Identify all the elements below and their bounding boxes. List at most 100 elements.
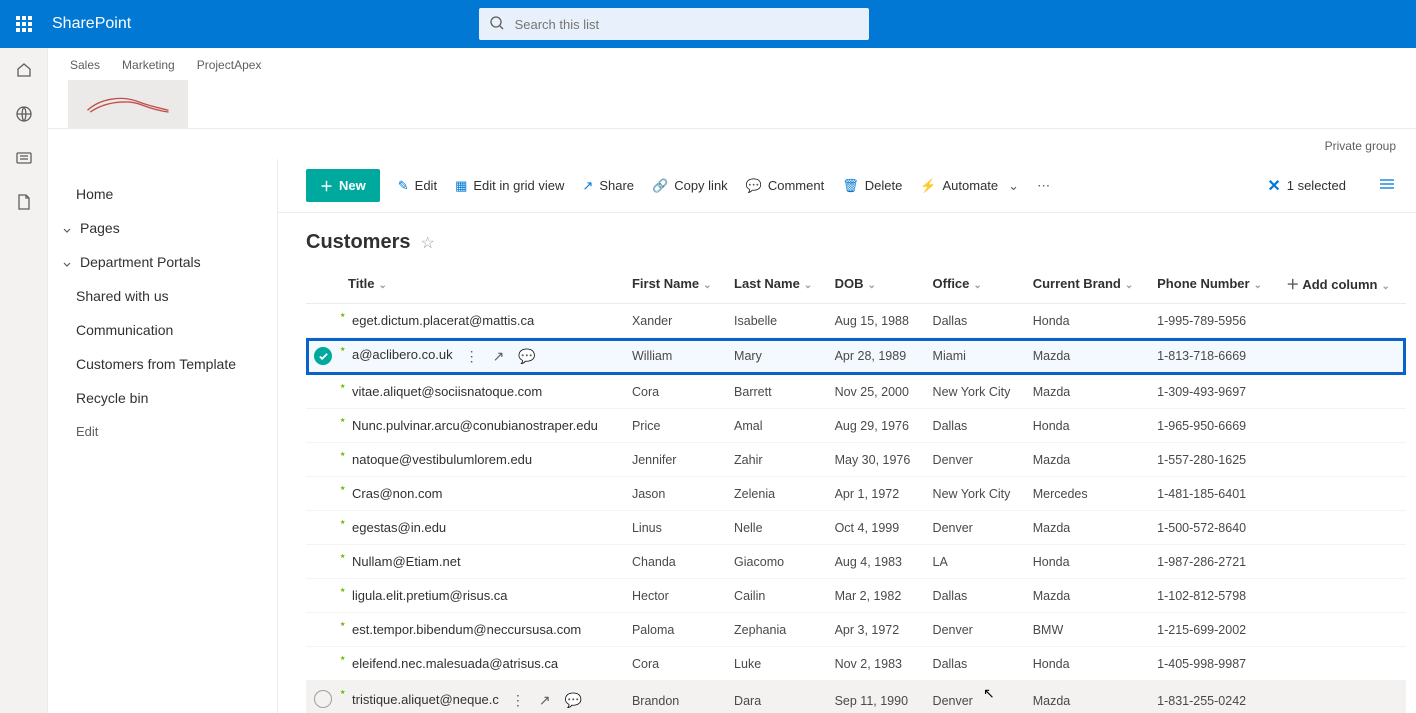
favorite-star-icon[interactable]: ☆ — [420, 233, 434, 253]
table-row[interactable]: ⭑Nunc.pulvinar.arcu@conubianostraper.edu… — [306, 409, 1406, 443]
table-row[interactable]: ⭑est.tempor.bibendum@neccursusa.comPalom… — [306, 613, 1406, 647]
left-nav: Home Pages Department Portals Shared wit… — [48, 159, 278, 713]
row-select[interactable] — [306, 545, 340, 579]
column-header-select[interactable] — [306, 264, 340, 304]
cell-title[interactable]: ⭑tristique.aliquet@neque.c⋮↗💬 — [340, 681, 624, 713]
row-more-icon[interactable]: ⋮ — [465, 348, 479, 365]
cell-title[interactable]: ⭑a@aclibero.co.uk⋮↗💬 — [340, 338, 624, 375]
row-select[interactable] — [306, 613, 340, 647]
cell-firstname: William — [624, 338, 726, 375]
cell-title[interactable]: ⭑eleifend.nec.malesuada@atrisus.ca — [340, 647, 624, 681]
table-row[interactable]: ⭑Nullam@Etiam.netChandaGiacomoAug 4, 198… — [306, 545, 1406, 579]
nav-department-portals[interactable]: Department Portals — [48, 245, 277, 279]
row-select[interactable] — [306, 477, 340, 511]
comment-button[interactable]: 💬Comment — [746, 178, 825, 194]
new-item-icon: ⭑ — [340, 653, 345, 664]
cell-empty — [1278, 304, 1406, 338]
cell-title[interactable]: ⭑egestas@in.edu — [340, 511, 624, 545]
row-select[interactable] — [306, 443, 340, 477]
cell-title[interactable]: ⭑natoque@vestibulumlorem.edu — [340, 443, 624, 477]
column-header-firstname[interactable]: First Name⌄ — [624, 264, 726, 304]
column-header-lastname[interactable]: Last Name⌄ — [726, 264, 827, 304]
column-header-phone[interactable]: Phone Number⌄ — [1149, 264, 1278, 304]
nav-shared-with-us[interactable]: Shared with us — [48, 279, 277, 313]
nav-home[interactable]: Home — [48, 177, 277, 211]
delete-button[interactable]: 🗑Delete — [842, 178, 902, 194]
nav-edit[interactable]: Edit — [48, 415, 277, 448]
cell-phone: 1-995-789-5956 — [1149, 304, 1278, 338]
table-row[interactable]: ⭑ligula.elit.pretium@risus.caHectorCaili… — [306, 579, 1406, 613]
table-row[interactable]: ⭑a@aclibero.co.uk⋮↗💬WilliamMaryApr 28, 1… — [306, 338, 1406, 375]
table-row[interactable]: ⭑vitae.aliquet@sociisnatoque.comCoraBarr… — [306, 375, 1406, 409]
row-select[interactable] — [306, 338, 340, 375]
row-select[interactable] — [306, 681, 340, 713]
nav-recycle-bin[interactable]: Recycle bin — [48, 381, 277, 415]
cell-firstname: Cora — [624, 647, 726, 681]
add-column-button[interactable]: ＋ Add column⌄ — [1278, 264, 1406, 304]
automate-button[interactable]: ⚡Automate⌄ — [920, 178, 1019, 194]
copy-link-button[interactable]: 🔗Copy link — [652, 178, 728, 194]
row-share-icon[interactable]: ↗ — [493, 348, 505, 365]
cell-lastname: Cailin — [726, 579, 827, 613]
edit-grid-button[interactable]: ▦Edit in grid view — [455, 178, 564, 194]
table-row[interactable]: ⭑eleifend.nec.malesuada@atrisus.caCoraLu… — [306, 647, 1406, 681]
app-launcher-icon[interactable] — [0, 0, 48, 48]
row-select[interactable] — [306, 579, 340, 613]
search-box[interactable] — [479, 8, 869, 40]
app-name[interactable]: SharePoint — [52, 15, 131, 33]
site-logo[interactable] — [68, 80, 188, 128]
edit-button[interactable]: ✎Edit — [398, 178, 437, 194]
row-select[interactable] — [306, 304, 340, 338]
cell-title[interactable]: ⭑est.tempor.bibendum@neccursusa.com — [340, 613, 624, 647]
nav-communication[interactable]: Communication — [48, 313, 277, 347]
title-text: eget.dictum.placerat@mattis.ca — [352, 313, 534, 328]
table-row[interactable]: ⭑natoque@vestibulumlorem.eduJenniferZahi… — [306, 443, 1406, 477]
cell-title[interactable]: ⭑Nunc.pulvinar.arcu@conubianostraper.edu — [340, 409, 624, 443]
row-select[interactable] — [306, 375, 340, 409]
clear-selection-button[interactable]: ✕ — [1267, 176, 1280, 196]
tab-projectapex[interactable]: ProjectApex — [197, 56, 262, 74]
cell-title[interactable]: ⭑ligula.elit.pretium@risus.ca — [340, 579, 624, 613]
news-icon[interactable] — [14, 148, 34, 168]
cell-title[interactable]: ⭑Nullam@Etiam.net — [340, 545, 624, 579]
files-icon[interactable] — [14, 192, 34, 212]
tab-sales[interactable]: Sales — [70, 56, 100, 74]
column-header-title[interactable]: Title⌄ — [340, 264, 624, 304]
row-select[interactable] — [306, 511, 340, 545]
table-row[interactable]: ⭑Cras@non.comJasonZeleniaApr 1, 1972New … — [306, 477, 1406, 511]
app-rail — [0, 48, 48, 713]
table-row[interactable]: ⭑egestas@in.eduLinusNelleOct 4, 1999Denv… — [306, 511, 1406, 545]
search-input[interactable] — [513, 16, 859, 33]
title-text: ligula.elit.pretium@risus.ca — [352, 588, 508, 603]
row-select[interactable] — [306, 409, 340, 443]
new-button[interactable]: ＋ New — [306, 169, 380, 202]
cell-title[interactable]: ⭑Cras@non.com — [340, 477, 624, 511]
column-header-dob[interactable]: DOB⌄ — [827, 264, 925, 304]
table-row[interactable]: ⭑eget.dictum.placerat@mattis.caXanderIsa… — [306, 304, 1406, 338]
row-select[interactable] — [306, 647, 340, 681]
share-button[interactable]: ↗Share — [582, 178, 634, 194]
group-privacy-label: Private group — [48, 129, 1416, 159]
chevron-down-icon: ⌄ — [379, 280, 387, 291]
row-comment-icon[interactable]: 💬 — [518, 348, 535, 365]
cell-brand: BMW — [1025, 613, 1149, 647]
row-comment-icon[interactable]: 💬 — [565, 692, 582, 709]
home-icon[interactable] — [14, 60, 34, 80]
cell-firstname: Hector — [624, 579, 726, 613]
globe-icon[interactable] — [14, 104, 34, 124]
cell-title[interactable]: ⭑eget.dictum.placerat@mattis.ca — [340, 304, 624, 338]
row-share-icon[interactable]: ↗ — [539, 692, 551, 709]
column-header-office[interactable]: Office⌄ — [925, 264, 1025, 304]
view-options-button[interactable] — [1378, 177, 1396, 194]
cell-phone: 1-813-718-6669 — [1149, 338, 1278, 375]
nav-customers-template[interactable]: Customers from Template — [48, 347, 277, 381]
new-item-icon: ⭑ — [340, 449, 345, 460]
row-more-icon[interactable]: ⋮ — [511, 692, 525, 709]
cell-title[interactable]: ⭑vitae.aliquet@sociisnatoque.com — [340, 375, 624, 409]
nav-pages[interactable]: Pages — [48, 211, 277, 245]
column-header-brand[interactable]: Current Brand⌄ — [1025, 264, 1149, 304]
more-actions-button[interactable]: ⋯ — [1037, 178, 1052, 194]
cell-dob: Oct 4, 1999 — [827, 511, 925, 545]
tab-marketing[interactable]: Marketing — [122, 56, 175, 74]
table-row[interactable]: ⭑tristique.aliquet@neque.c⋮↗💬BrandonDara… — [306, 681, 1406, 713]
